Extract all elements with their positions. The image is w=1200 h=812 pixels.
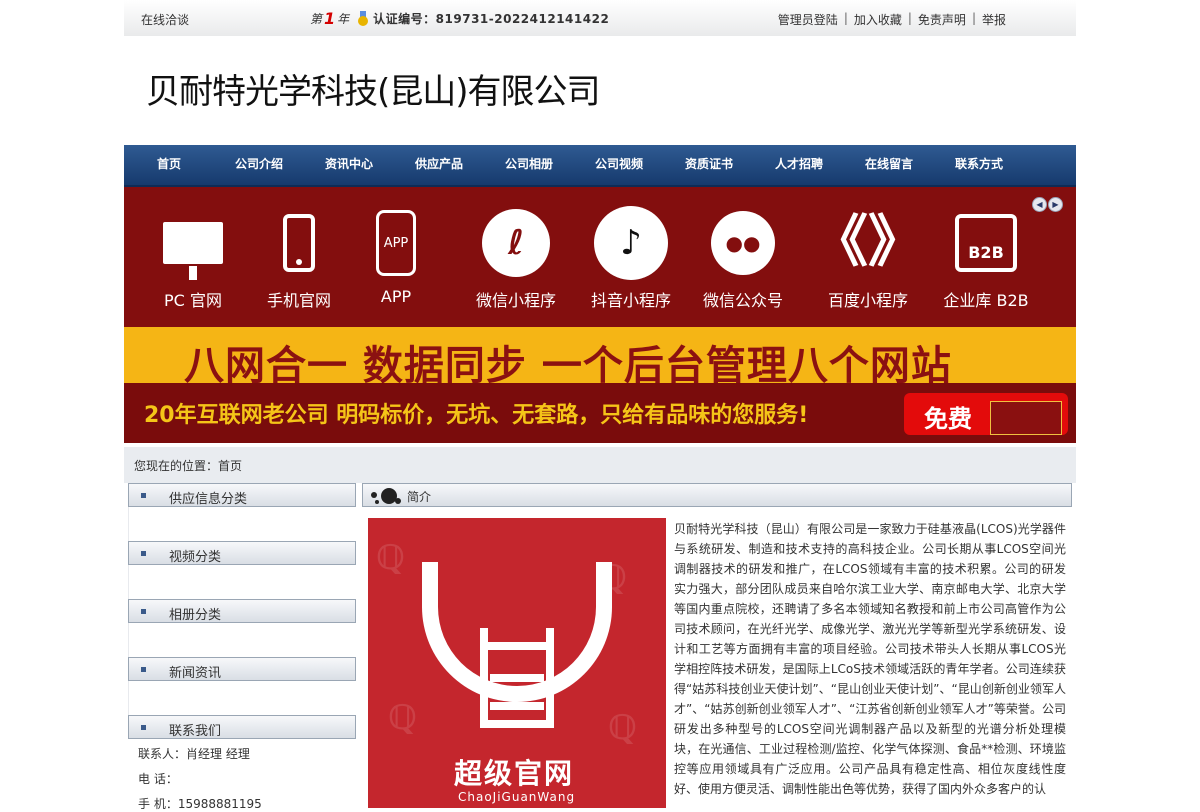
banner-item-mini-program: ℓ 微信小程序 xyxy=(466,207,566,311)
nav-item-certificates[interactable]: 资质证书 xyxy=(685,155,733,172)
company-poster-image: ℚ ℚ ℚ ℚ 超级官网 ChaoJiGuanWang xyxy=(368,518,666,808)
banner-subslogan: 20年互联网老公司 明码标价，无坑、无套路，只给有品味的您服务! xyxy=(144,403,809,428)
intro-text: 贝耐特光学科技（昆山）有限公司是一家致力于硅基液晶(LCOS)光学器件与系统研发… xyxy=(674,522,1066,796)
mobile-phone-icon xyxy=(283,214,315,272)
douyin-icon: ♪ xyxy=(594,206,668,280)
free-badge[interactable]: 免费 xyxy=(904,393,1068,435)
banner-item-mobile: 手机官网 xyxy=(249,207,349,311)
banner-item-label: 手机官网 xyxy=(266,291,331,310)
banner-item-app: APP APP xyxy=(346,207,446,306)
admin-login-link[interactable]: 管理员登陆 xyxy=(778,11,838,28)
square-bullet-icon xyxy=(141,551,146,556)
sidebar-body xyxy=(128,623,357,657)
bull-stripe xyxy=(490,702,544,710)
banner-item-label: 企业库 B2B xyxy=(943,291,1029,310)
banner-item-douyin: ♪ 抖音小程序 xyxy=(581,206,681,311)
qr-code-icon xyxy=(990,401,1062,435)
divider: | xyxy=(971,11,976,25)
slide-next-button[interactable]: ▶ xyxy=(1048,197,1063,212)
sidebar-header-album[interactable]: 相册分类 xyxy=(128,599,356,623)
online-chat-link[interactable]: 在线洽谈 xyxy=(141,11,189,28)
monitor-icon xyxy=(163,222,223,280)
sidebar-header-video[interactable]: 视频分类 xyxy=(128,541,356,565)
banner-item-label: APP xyxy=(380,287,412,306)
disclaimer-link[interactable]: 免责声明 xyxy=(918,11,966,28)
wechat-icon: ●● xyxy=(711,211,775,275)
sidebar-header-label: 视频分类 xyxy=(169,550,222,565)
square-bullet-icon xyxy=(141,725,146,730)
app-phone-icon: APP xyxy=(376,210,416,276)
top-links: 管理员登陆 | 加入收藏 | 免责声明 | 举报 xyxy=(778,11,1006,28)
divider: | xyxy=(907,11,912,25)
cert-prefix: 第 xyxy=(310,12,323,26)
slide-prev-button[interactable]: ◀ xyxy=(1032,197,1047,212)
banner-item-label: 抖音小程序 xyxy=(590,291,671,310)
bull-stripe xyxy=(490,674,544,682)
main-content: 简介 ℚ ℚ ℚ ℚ 超级官网 ChaoJiGuanWang 贝耐特光学科技（昆… xyxy=(362,483,1076,808)
free-label: 免费 xyxy=(924,405,972,433)
store-icon: B2B xyxy=(955,214,1017,272)
divider: | xyxy=(843,11,848,25)
square-bullet-icon xyxy=(141,667,146,672)
intro-title: 简介 xyxy=(407,490,432,504)
breadcrumb: 您现在的位置：首页 xyxy=(134,459,243,473)
sidebar-header-label: 供应信息分类 xyxy=(169,492,248,507)
report-link[interactable]: 举报 xyxy=(982,11,1006,28)
medal-icon xyxy=(357,10,369,27)
poster-watermark: ℚ xyxy=(388,698,417,738)
company-name: 贝耐特光学科技(昆山)有限公司 xyxy=(146,72,601,112)
banner-item-label: 百度小程序 xyxy=(827,291,908,310)
banner-icons-area: PC 官网 手机官网 APP APP ℓ 微信小程序 ♪ 抖音小程序 ●● 微信… xyxy=(124,187,1076,327)
sidebar-body xyxy=(128,681,357,715)
ink-splash-icon xyxy=(367,486,403,506)
main-nav: 首页 公司介绍 资讯中心 供应产品 公司相册 公司视频 资质证书 人才招聘 在线… xyxy=(124,145,1076,187)
nav-item-videos[interactable]: 公司视频 xyxy=(595,155,643,172)
sidebar-header-label: 新闻资讯 xyxy=(169,666,222,681)
sidebar: 供应信息分类 视频分类 相册分类 新闻资讯 联系我们 联系人：肖经理 经理 电 … xyxy=(124,483,362,811)
cert-year-suffix: 年 xyxy=(337,12,350,26)
poster-watermark: ℚ xyxy=(376,538,405,578)
nav-item-contact[interactable]: 联系方式 xyxy=(955,155,1003,172)
intro-header: 简介 xyxy=(362,483,1072,507)
sidebar-body xyxy=(128,565,357,599)
breadcrumb-bar: 您现在的位置：首页 xyxy=(124,447,1076,483)
banner-item-pc: PC 官网 xyxy=(143,207,243,311)
sidebar-header-supply[interactable]: 供应信息分类 xyxy=(128,483,356,507)
banner-item-b2b: B2B 企业库 B2B xyxy=(936,207,1036,311)
contact-mobile: 手 机：15988881195 xyxy=(138,797,262,811)
sidebar-body xyxy=(128,507,357,541)
add-favorite-link[interactable]: 加入收藏 xyxy=(854,11,902,28)
bull-stripe xyxy=(480,642,554,650)
cert-number: 认证编号：819731-2022412141422 xyxy=(373,12,610,26)
banner-item-label: 微信公众号 xyxy=(702,291,783,310)
nav-item-home[interactable]: 首页 xyxy=(157,155,181,172)
contact-phone: 电 话： xyxy=(138,772,178,786)
banner-item-label: PC 官网 xyxy=(164,291,222,310)
nav-item-message[interactable]: 在线留言 xyxy=(865,155,913,172)
square-bullet-icon xyxy=(141,609,146,614)
certification-info: 第 1 年 认证编号：819731-2022412141422 xyxy=(310,9,609,28)
contact-person: 联系人：肖经理 经理 xyxy=(138,747,250,761)
nav-item-jobs[interactable]: 人才招聘 xyxy=(775,155,823,172)
banner-item-baidu: 《》 百度小程序 xyxy=(812,207,924,311)
nav-item-albums[interactable]: 公司相册 xyxy=(505,155,553,172)
banner-item-wechat-official: ●● 微信公众号 xyxy=(693,207,793,311)
square-bullet-icon xyxy=(141,493,146,498)
nav-item-products[interactable]: 供应产品 xyxy=(415,155,463,172)
poster-title: 超级官网 xyxy=(454,757,575,790)
nav-item-about[interactable]: 公司介绍 xyxy=(235,155,283,172)
promo-banner[interactable]: PC 官网 手机官网 APP APP ℓ 微信小程序 ♪ 抖音小程序 ●● 微信… xyxy=(124,187,1076,443)
nav-item-news-center[interactable]: 资讯中心 xyxy=(325,155,373,172)
mini-program-icon: ℓ xyxy=(482,209,550,277)
sidebar-header-news[interactable]: 新闻资讯 xyxy=(128,657,356,681)
sidebar-header-label: 相册分类 xyxy=(169,608,222,623)
sidebar-header-contact[interactable]: 联系我们 xyxy=(128,715,356,739)
sidebar-header-label: 联系我们 xyxy=(169,724,222,739)
baidu-icon: 《》 xyxy=(812,210,924,275)
cert-year-number: 1 xyxy=(324,9,336,28)
poster-watermark: ℚ xyxy=(608,708,637,748)
banner-item-label: 微信小程序 xyxy=(475,291,556,310)
top-bar: 在线洽谈 第 1 年 认证编号：819731-2022412141422 管理员… xyxy=(124,0,1076,36)
poster-pinyin: ChaoJiGuanWang xyxy=(458,790,576,804)
